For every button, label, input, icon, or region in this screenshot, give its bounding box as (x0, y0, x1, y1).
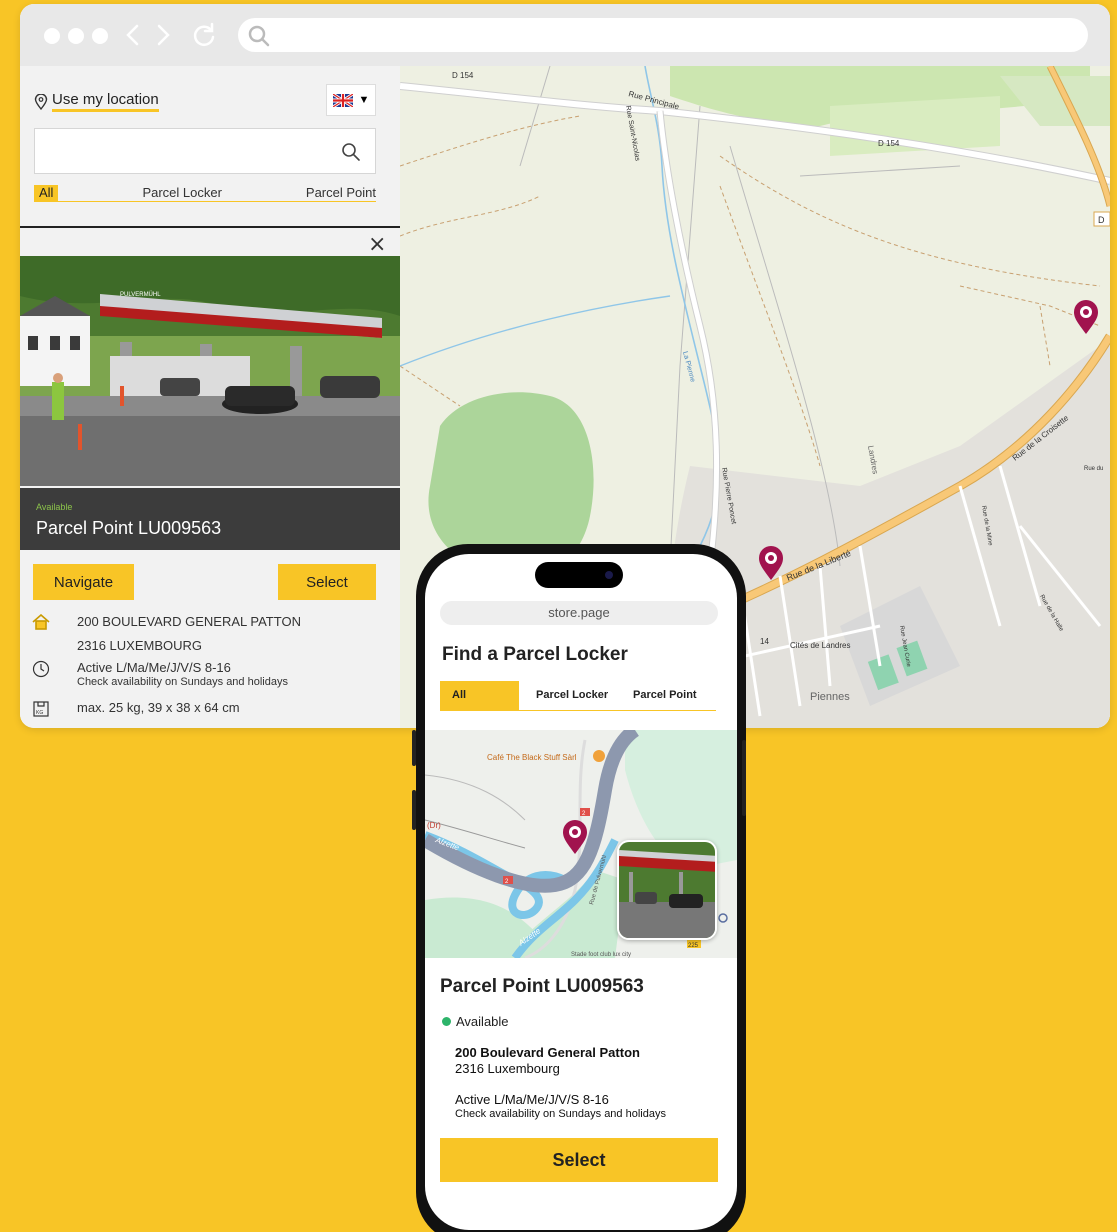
window-minimize-dot[interactable] (68, 28, 84, 44)
tab-all[interactable]: All (440, 681, 519, 710)
window-maximize-dot[interactable] (92, 28, 108, 44)
location-header: Available Parcel Point LU009563 (20, 488, 400, 550)
address-block: 200 BOULEVARD GENERAL PATTON 2316 LUXEMB… (20, 614, 400, 654)
hours-note: Check availability on Sundays and holida… (77, 676, 288, 688)
hours-note: Check availability on Sundays and holida… (455, 1108, 666, 1120)
filter-parcel-locker[interactable]: Parcel Locker (142, 185, 221, 200)
map-label: Stade foot club lux city (571, 952, 631, 958)
location-thumbnail[interactable] (617, 840, 717, 940)
filter-parcel-point[interactable]: Parcel Point (306, 185, 376, 200)
divider (20, 226, 400, 228)
address-line1: 200 Boulevard General Patton (455, 1045, 640, 1060)
status-text: Available (456, 1014, 509, 1029)
location-pin-icon (34, 94, 48, 110)
search-input[interactable] (34, 128, 376, 174)
window-controls (44, 28, 108, 44)
hours-text: Active L/Ma/Me/J/V/S 8-16 (455, 1092, 609, 1107)
map-label: 225 (688, 943, 699, 949)
map-label: Rue du (1084, 466, 1103, 472)
filter-all[interactable]: All (34, 184, 59, 201)
forward-icon[interactable] (154, 24, 172, 46)
phone-screen: store.page Find a Parcel Locker All Parc… (425, 554, 737, 1230)
use-location-label: Use my location (52, 92, 159, 112)
map-label: (Dr) (427, 821, 441, 830)
language-selector[interactable]: ▼ (326, 84, 376, 116)
phone-button (742, 740, 746, 816)
weight-icon: KG (33, 701, 49, 717)
cafe-icon[interactable] (593, 750, 605, 762)
map-label: D 154 (452, 71, 474, 80)
map-label: 14 (760, 637, 769, 646)
dimensions-text: max. 25 kg, 39 x 38 x 64 cm (77, 700, 240, 715)
tab-parcel-point[interactable]: Parcel Point (633, 681, 697, 710)
sidebar: Use my location ▼ All Parcel Locker Parc… (20, 66, 400, 728)
dynamic-island (535, 562, 623, 588)
address-line2: 2316 Luxembourg (455, 1061, 560, 1076)
phone-button (412, 730, 416, 766)
status-badge: Available (442, 1014, 509, 1029)
address-bar[interactable] (238, 18, 1088, 52)
hours-block: Active L/Ma/Me/J/V/S 8-16 Check availabi… (20, 660, 400, 690)
clock-icon (32, 660, 50, 678)
chevron-down-icon: ▼ (358, 94, 370, 106)
search-icon[interactable] (341, 142, 361, 162)
map-label: Café The Black Stuff Sàrl (487, 753, 577, 762)
location-photo: PULVERMÜHL (20, 256, 400, 486)
page-title: Find a Parcel Locker (442, 644, 628, 665)
use-location-link[interactable]: Use my location (34, 92, 159, 112)
phone-url-bar[interactable]: store.page (440, 601, 718, 625)
map-label: Cités de Landres (790, 641, 850, 650)
filter-tabs: All Parcel Locker Parcel Point (34, 184, 376, 202)
window-close-dot[interactable] (44, 28, 60, 44)
select-button[interactable]: Select (278, 564, 376, 600)
tab-parcel-locker[interactable]: Parcel Locker (536, 681, 608, 710)
location-title: Parcel Point LU009563 (36, 518, 222, 538)
location-title: Parcel Point LU009563 (440, 976, 644, 997)
search-icon (248, 25, 270, 47)
map-label: D 154 (878, 139, 900, 148)
back-icon[interactable] (124, 24, 142, 46)
uk-flag-icon (332, 93, 353, 107)
select-button[interactable]: Select (440, 1138, 718, 1182)
address-line2: 2316 LUXEMBOURG (77, 638, 202, 653)
dimensions-block: KG max. 25 kg, 39 x 38 x 64 cm (20, 700, 400, 720)
station-sign: PULVERMÜHL (120, 291, 161, 298)
browser-toolbar (20, 4, 1110, 66)
map-label: Piennes (810, 691, 850, 703)
status-dot-icon (442, 1017, 451, 1026)
status-badge: Available (36, 502, 73, 512)
home-icon (32, 614, 50, 630)
phone-button (412, 790, 416, 830)
hours-text: Active L/Ma/Me/J/V/S 8-16 (77, 660, 231, 675)
address-line1: 200 BOULEVARD GENERAL PATTON (77, 614, 301, 629)
navigate-button[interactable]: Navigate (33, 564, 134, 600)
reload-icon[interactable] (192, 22, 216, 48)
map-label: D (1098, 215, 1105, 225)
phone-map[interactable]: 2 2 Café The Black Stuff Sàrl (Dr) Alzet… (425, 730, 737, 958)
close-icon[interactable]: × (368, 232, 386, 257)
svg-text:KG: KG (36, 710, 43, 716)
phone-filter-tabs: All Parcel Locker Parcel Point (440, 681, 716, 711)
